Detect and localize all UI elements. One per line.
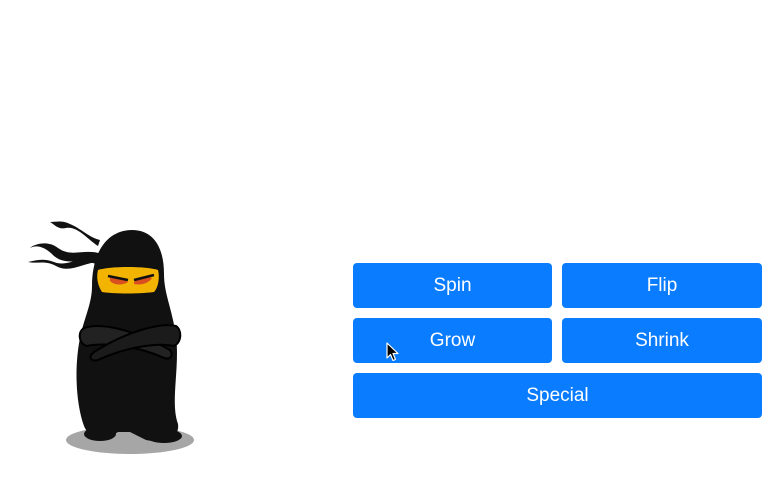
shrink-button[interactable]: Shrink: [562, 318, 762, 363]
ninja-headband-tail: [50, 221, 100, 246]
grow-button[interactable]: Grow: [353, 318, 552, 363]
app-stage: Spin Flip Grow Shrink Special: [0, 0, 780, 500]
spin-button[interactable]: Spin: [353, 263, 552, 308]
ninja-foot: [146, 429, 182, 443]
flip-button[interactable]: Flip: [562, 263, 762, 308]
special-button[interactable]: Special: [353, 373, 762, 418]
ninja-icon: [28, 221, 194, 454]
ninja-foot: [84, 427, 116, 441]
